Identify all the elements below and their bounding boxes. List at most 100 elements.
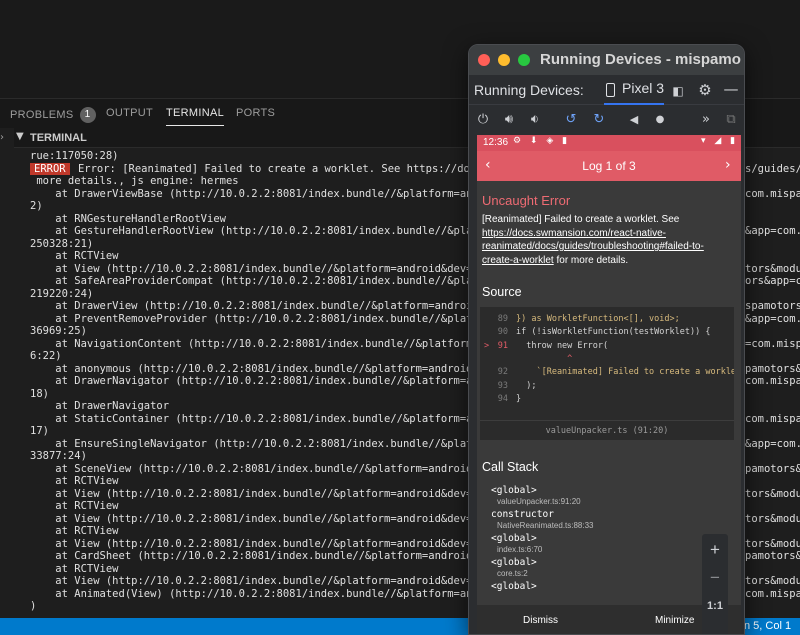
rotate-left-icon[interactable]: ↺: [563, 112, 579, 128]
code-text: ^: [516, 353, 573, 364]
stack-frame-function[interactable]: <global>: [491, 557, 537, 568]
line-number: 89: [497, 314, 508, 324]
terminal-line-tail: com.mispamo: [745, 187, 800, 200]
terminal-line: at View (http://10.0.2.2:8081/index.bund…: [30, 537, 473, 550]
tab-ports[interactable]: PORTS: [236, 107, 275, 119]
terminal-line-tail: &app=com.: [745, 437, 800, 450]
terminal-line: at Animated(View) (http://10.0.2.2:8081/…: [30, 587, 473, 600]
tab-pixel-3[interactable]: Pixel 3: [604, 80, 665, 105]
zoom-in-button[interactable]: +: [702, 540, 728, 560]
terminal-line: at RCTView: [30, 525, 119, 537]
zoom-window-button[interactable]: [518, 54, 530, 66]
rotate-right-icon[interactable]: ↻: [591, 112, 607, 128]
screenshot-icon[interactable]: ⧉: [723, 112, 739, 128]
terminal-line-tail: pamotors&: [745, 362, 800, 375]
more-actions-icon[interactable]: »: [698, 112, 714, 128]
tab-problems[interactable]: PROBLEMS 1: [10, 107, 96, 123]
terminal-line-tail: tors&modul: [745, 487, 800, 500]
stack-frame-function[interactable]: <global>: [491, 533, 537, 544]
terminal-line-tail: tors&modul: [745, 262, 800, 275]
terminal-line: 250328:21): [30, 237, 94, 250]
chevron-right-icon[interactable]: ›: [0, 132, 4, 143]
tab-output[interactable]: OUTPUT: [106, 107, 153, 119]
minimize-button[interactable]: Minimize: [655, 615, 694, 626]
code-text: if (!isWorkletFunction(testWorklet)) {: [516, 327, 711, 338]
line-number: 90: [497, 327, 508, 338]
code-text: }) as WorkletFunction<[], void>;: [516, 314, 680, 324]
running-devices-label: Running Devices:: [474, 82, 584, 98]
stack-frame-location: core.ts:2: [497, 569, 528, 578]
source-code-frame[interactable]: 89 }) as WorkletFunction<[], void>; 90 if (…: [480, 307, 734, 440]
device-tab-bar: Running Devices: Pixel 3 ◧ ⚙ —: [469, 75, 744, 105]
power-icon[interactable]: ⏻: [475, 112, 491, 128]
device-toolbar: ⏻ 🔊︎ 🔉︎ ↺ ↻ ◀ ● » ⧉: [469, 105, 744, 135]
code-text: throw new Error(: [516, 340, 609, 351]
terminal-line-tail: tors&modul: [745, 512, 800, 525]
source-heading: Source: [482, 285, 522, 299]
terminal-line-tail: pamotors&: [745, 550, 800, 562]
error-message: [Reanimated] Failed to create a worklet.…: [482, 214, 704, 266]
stack-frame-function[interactable]: constructor: [491, 509, 554, 520]
line-number: 92: [497, 367, 508, 378]
source-line: ^: [480, 353, 734, 366]
source-line: 92 `[Reanimated] Failed to create a work…: [480, 366, 734, 379]
next-log-button[interactable]: ›: [725, 157, 731, 173]
zoom-out-button[interactable]: −: [702, 568, 728, 588]
error-tag: ERROR: [30, 162, 70, 175]
close-window-button[interactable]: [478, 54, 490, 66]
tab-terminal[interactable]: TERMINAL: [166, 107, 225, 126]
terminal-line: at RCTView: [30, 562, 119, 575]
window-title: Running Devices - mispamo: [540, 51, 741, 68]
terminal-line-tail: pamotors&: [745, 462, 800, 475]
terminal-line: 219220:24): [30, 287, 94, 300]
chevron-down-icon: ▼: [16, 131, 24, 142]
terminal-line: at NavigationContent (http://10.0.2.2:80…: [30, 337, 473, 350]
stack-frame-location: index.ts:6:70: [497, 545, 543, 554]
source-line: 90 if (!isWorkletFunction(testWorklet)) {: [480, 326, 734, 339]
source-line: 89 }) as WorkletFunction<[], void>;: [480, 313, 734, 326]
phone-icon: [606, 83, 615, 97]
cursor-position[interactable]: n 5, Col 1: [744, 620, 791, 632]
volume-down-icon[interactable]: 🔉︎: [527, 112, 543, 128]
home-icon[interactable]: ●: [652, 112, 668, 128]
terminal-line: at DrawerViewBase (http://10.0.2.2:8081/…: [30, 187, 473, 200]
terminal-line: 33877:24): [30, 450, 87, 462]
minimize-window-button[interactable]: [498, 54, 510, 66]
terminal-line: 18): [30, 387, 49, 400]
line-number: 93: [497, 380, 508, 391]
gear-icon[interactable]: ⚙: [697, 82, 713, 98]
terminal-line: at GestureHandlerRootView (http://10.0.2…: [30, 225, 473, 237]
back-icon[interactable]: ◀: [626, 112, 642, 128]
stack-frame-location: NativeReanimated.ts:88:33: [497, 521, 594, 530]
stack-frame-function[interactable]: <global>: [491, 485, 537, 496]
notification-icons: ⚙ ⬇ ◈ ▮: [513, 136, 571, 146]
line-number: 94: [497, 393, 508, 404]
dismiss-button[interactable]: Dismiss: [523, 615, 558, 626]
terminal-line: at View (http://10.0.2.2:8081/index.bund…: [30, 512, 473, 525]
code-text: }: [516, 393, 522, 404]
source-line: >91 throw new Error(: [480, 340, 734, 353]
terminal-line-tail: &app=com.: [745, 312, 800, 325]
terminal-line-tail: ors&app=c: [745, 275, 800, 287]
terminal-line: at RCTView: [30, 500, 119, 512]
hide-panel-icon[interactable]: —: [723, 81, 739, 97]
terminal-line: at DrawerNavigator (http://10.0.2.2:8081…: [30, 375, 473, 387]
log-counter: Log 1 of 3: [582, 159, 636, 173]
running-devices-window: Running Devices - mispamo Running Device…: [468, 44, 745, 635]
source-line: 94}: [480, 393, 734, 406]
terminal-line-tail: tors&modul: [745, 537, 800, 550]
terminal-line-tail: com.mispam: [745, 375, 800, 387]
log-navigation-header: ‹ Log 1 of 3 ›: [477, 151, 741, 181]
terminal-line: at View (http://10.0.2.2:8081/index.bund…: [30, 575, 473, 587]
stack-frame-function[interactable]: <global>: [491, 581, 537, 592]
actual-size-button[interactable]: 1:1: [702, 600, 728, 612]
window-titlebar: Running Devices - mispamo: [469, 45, 744, 75]
layout-toggle-icon[interactable]: ◧: [670, 83, 686, 99]
problems-count-badge: 1: [79, 107, 96, 123]
terminal-line-tail: tors&modul: [745, 575, 800, 587]
error-title: Uncaught Error: [482, 193, 571, 208]
terminal-line: more details., js engine: hermes: [30, 175, 239, 187]
terminal-line: 36969:25): [30, 325, 87, 337]
volume-up-icon[interactable]: 🔊︎: [501, 112, 517, 128]
source-line: 93 );: [480, 380, 734, 393]
